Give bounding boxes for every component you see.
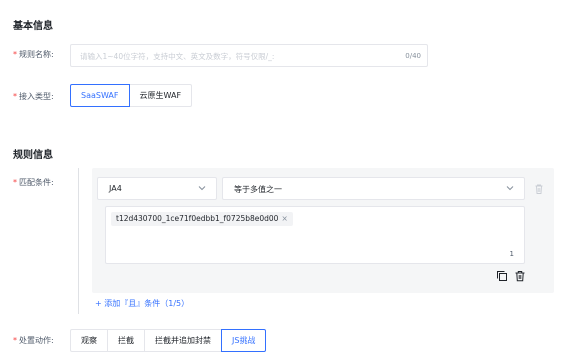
match-values-count: 1: [509, 250, 514, 258]
match-values-input[interactable]: t12d430700_1ce71f0edbb1_f0725b8e0d00 × 1: [105, 206, 525, 264]
action-option-block-and-ban[interactable]: 拦截并追加封禁: [144, 329, 222, 352]
chevron-down-icon: [506, 186, 514, 191]
rule-info-title: 规则信息: [13, 150, 53, 161]
match-condition-label: * 匹配条件:: [13, 178, 54, 187]
rule-name-placeholder: 请输入1~40位字符，支持中文、英文及数字，符号仅限/_:: [80, 52, 275, 61]
tag-close-icon[interactable]: ×: [281, 214, 287, 223]
trash-icon[interactable]: [533, 183, 545, 195]
action-option-js-challenge[interactable]: JS挑战: [221, 329, 267, 352]
condition-group-divider: [78, 168, 79, 314]
match-field-select[interactable]: JA4: [97, 177, 217, 200]
chevron-down-icon: [198, 186, 206, 191]
match-field-value: JA4: [109, 184, 122, 193]
access-type-option-cloud-native-waf[interactable]: 云原生WAF: [128, 84, 193, 107]
match-value-tag: t12d430700_1ce71f0edbb1_f0725b8e0d00 ×: [111, 212, 293, 226]
rule-name-label: * 规则名称:: [13, 50, 54, 59]
access-type-label: * 接入类型:: [13, 92, 54, 101]
add-and-condition-link[interactable]: + 添加『且』条件（1/5）: [95, 298, 189, 309]
copy-icon[interactable]: [496, 270, 508, 282]
rule-name-char-count: 0/40: [405, 52, 421, 60]
delete-condition-icon[interactable]: [514, 270, 526, 282]
action-label: * 处置动作:: [13, 336, 54, 345]
action-segmented: 观察 拦截 拦截并追加封禁 JS挑战: [70, 329, 267, 352]
rule-name-input[interactable]: 请输入1~40位字符，支持中文、英文及数字，符号仅限/_: 0/40: [70, 44, 428, 67]
basic-info-title: 基本信息: [13, 21, 53, 32]
access-type-option-saaswaf[interactable]: SaaSWAF: [70, 84, 130, 107]
match-operator-select[interactable]: 等于多值之一: [222, 177, 525, 200]
action-option-block[interactable]: 拦截: [107, 329, 145, 352]
access-type-segmented: SaaSWAF 云原生WAF: [70, 84, 193, 107]
match-operator-value: 等于多值之一: [234, 185, 282, 194]
action-option-observe[interactable]: 观察: [70, 329, 108, 352]
